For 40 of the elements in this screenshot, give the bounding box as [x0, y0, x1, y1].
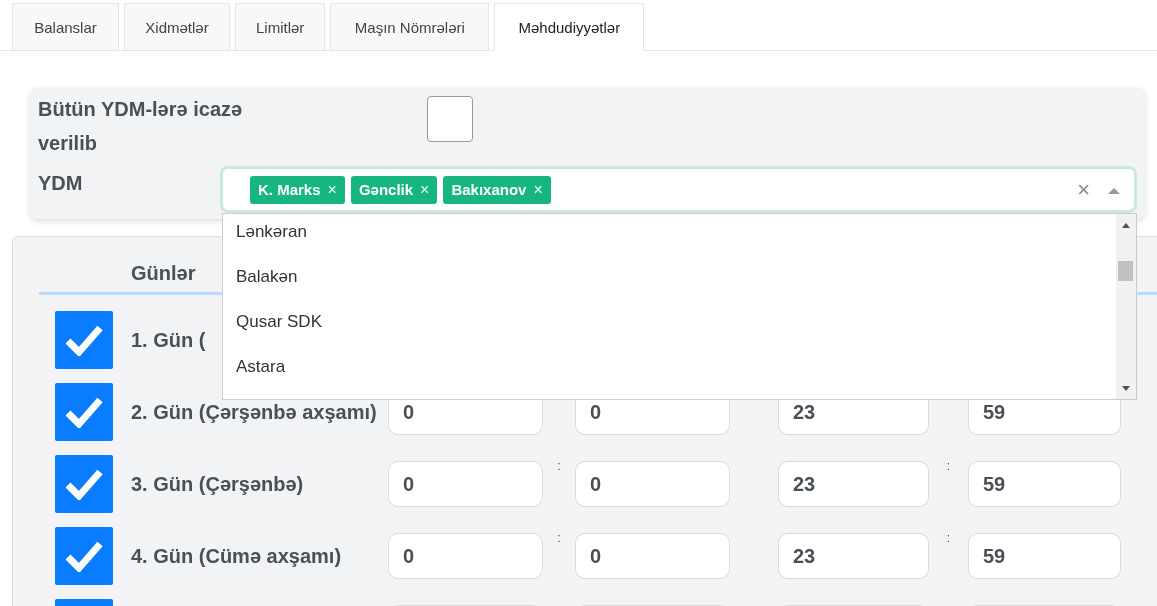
multi-select-field[interactable]: K. Marks × Gənclik × Bakıxanov × × [220, 166, 1137, 213]
time-input[interactable]: 0 [575, 533, 730, 579]
time-separator: : [946, 531, 951, 545]
time-separator: : [557, 531, 561, 545]
dropdown-option[interactable]: Astara [223, 344, 1116, 389]
checkmark-icon [65, 396, 103, 428]
day-label: 2. Gün (Çərşənbə axşamı) [130, 400, 378, 424]
checkmark-icon [65, 540, 103, 572]
tab[interactable]: Maşın Nömrələri [330, 3, 490, 51]
time-input[interactable]: 59 [968, 533, 1121, 579]
time-input[interactable]: 0 [388, 461, 543, 507]
time-separator: : [946, 459, 951, 473]
dropdown-option[interactable]: Qusar SDK [223, 299, 1116, 344]
day-label: 1. Gün ( [130, 328, 207, 352]
time-input[interactable]: 23 [778, 533, 929, 579]
tab[interactable]: Balanslar [12, 3, 119, 51]
dropdown-option[interactable]: Balakən [223, 254, 1116, 299]
days-header: Günlər [131, 262, 196, 284]
checkmark-icon [65, 468, 103, 500]
day-label: 3. Gün (Çərşənbə) [130, 472, 305, 496]
time-separator: : [557, 459, 561, 473]
time-input[interactable]: 0 [388, 533, 543, 579]
checkbox[interactable] [55, 455, 113, 513]
checkbox[interactable] [427, 96, 473, 142]
checkbox[interactable] [55, 311, 113, 369]
time-input[interactable]: 0 [575, 461, 730, 507]
ydm-label: YDM [38, 171, 84, 196]
tab[interactable]: Xidmətlər [124, 3, 230, 51]
checkmark-icon [65, 324, 103, 356]
caret-up-icon[interactable] [1108, 185, 1120, 194]
scrollbar[interactable] [1116, 214, 1136, 399]
day-label: 4. Gün (Cümə axşamı) [130, 544, 343, 568]
tab[interactable]: Məhdudiyyətlər [494, 3, 645, 51]
time-input[interactable]: 59 [968, 461, 1121, 507]
checkbox[interactable] [55, 383, 113, 441]
clear-button[interactable]: × [1077, 176, 1090, 203]
tab[interactable]: Limitlər [235, 3, 326, 51]
checkbox[interactable] [55, 527, 113, 585]
permission-label: Bütün YDM-lərə icazə verilib [38, 97, 244, 156]
time-input[interactable]: 23 [778, 461, 929, 507]
